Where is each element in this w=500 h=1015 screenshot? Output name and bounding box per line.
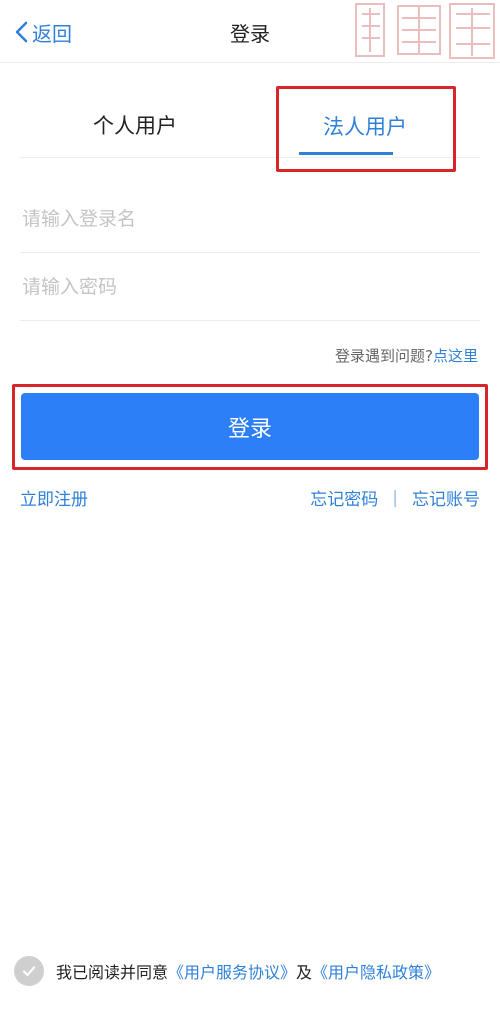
username-field — [20, 186, 482, 253]
help-link[interactable]: 点这里 — [433, 347, 478, 365]
agree-checkbox[interactable] — [14, 956, 44, 986]
account-links: 立即注册 忘记密码 | 忘记账号 — [20, 485, 480, 511]
forgot-password-link[interactable]: 忘记密码 — [310, 485, 378, 510]
password-input[interactable] — [20, 254, 482, 320]
recovery-links: 忘记密码 | 忘记账号 — [310, 485, 480, 511]
password-field — [20, 254, 482, 321]
login-button[interactable]: 登录 — [21, 393, 479, 460]
help-prefix: 登录遇到问题? — [335, 347, 433, 365]
agreement-prefix: 我已阅读并同意 — [56, 963, 169, 982]
username-input[interactable] — [20, 186, 482, 252]
seal-watermark — [355, 3, 495, 59]
forgot-account-link[interactable]: 忘记账号 — [412, 485, 480, 510]
check-icon — [22, 966, 36, 977]
agreement-conjunction: 及 — [296, 963, 313, 982]
help-text: 登录遇到问题?点这里 — [335, 345, 478, 366]
nav-bar: 返回 登录 — [0, 0, 500, 63]
link-separator: | — [392, 487, 398, 508]
register-link[interactable]: 立即注册 — [20, 485, 88, 510]
tab-personal-user[interactable]: 个人用户 — [20, 62, 250, 157]
service-agreement-link[interactable]: 《用户服务协议》 — [168, 959, 296, 983]
privacy-policy-link[interactable]: 《用户隐私政策》 — [312, 959, 440, 983]
agreement-row: 我已阅读并同意 《用户服务协议》 及 《用户隐私政策》 — [14, 955, 440, 987]
tab-highlight-box — [276, 86, 456, 172]
